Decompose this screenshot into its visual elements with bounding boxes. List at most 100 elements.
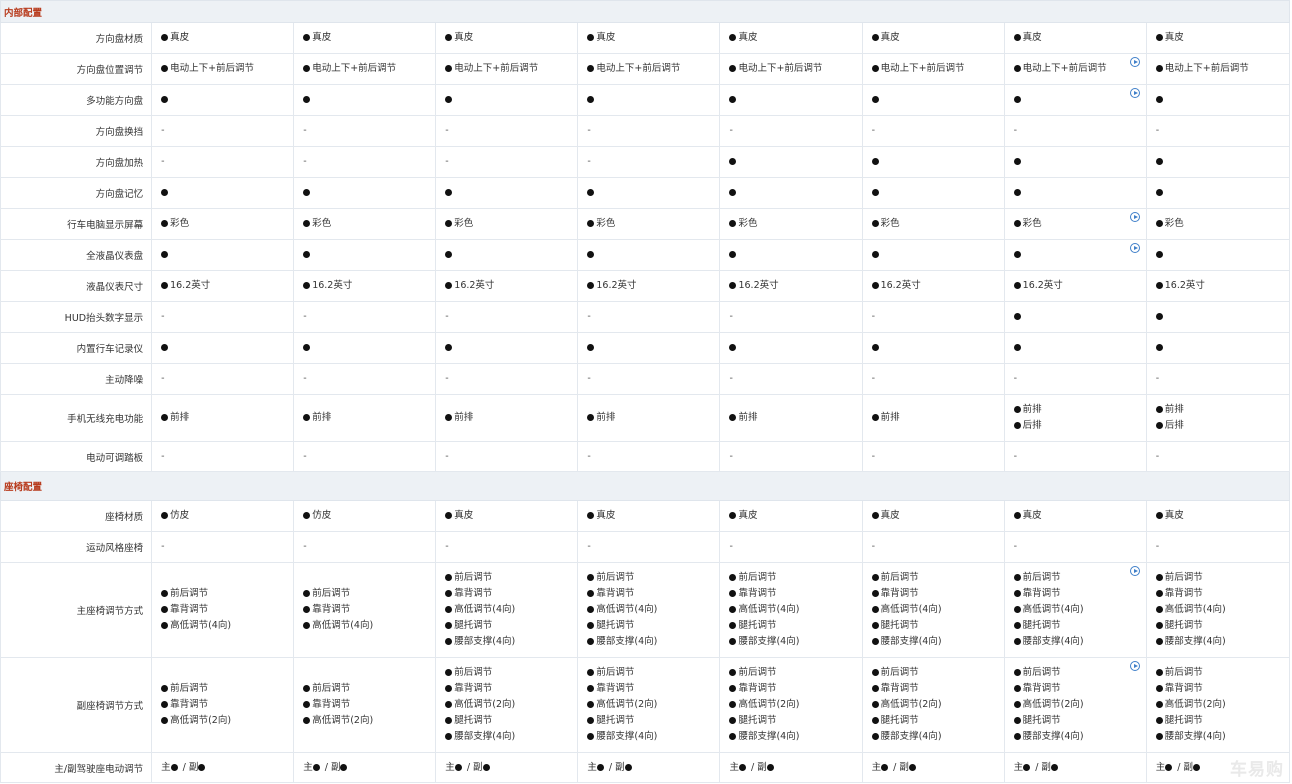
- cell-line: 高低调节(2向): [729, 697, 853, 713]
- play-video-icon[interactable]: [1129, 57, 1140, 67]
- cell-line: 前后调节: [871, 665, 996, 681]
- cell-text: 腿托调节: [596, 715, 635, 726]
- value-cell: 电动上下+前后调节: [1145, 53, 1291, 85]
- cell-text: 前排: [1022, 404, 1042, 415]
- table-row: 电动可调踏板 - - - - - - - -: [0, 441, 1291, 472]
- table-row: 全液晶仪表盘: [0, 239, 1291, 271]
- cell-line: 电动上下+前后调节: [303, 61, 427, 77]
- dash-mark: -: [445, 541, 449, 552]
- standard-dot-icon: [729, 590, 737, 597]
- cell-text: 电动上下+前后调节: [1164, 63, 1249, 74]
- value-cell: -: [151, 301, 295, 333]
- play-video-icon[interactable]: [1129, 566, 1140, 576]
- dash-mark: -: [729, 450, 733, 462]
- value-cell: 前排: [719, 394, 863, 442]
- value-cell: -: [151, 531, 295, 563]
- standard-dot-icon: [1023, 763, 1031, 771]
- cell-text: 16.2英寸: [596, 280, 637, 291]
- standard-dot-icon: [1155, 512, 1163, 519]
- standard-dot-icon: [587, 251, 595, 258]
- standard-dot-icon: [161, 701, 169, 708]
- value-cell: -: [719, 531, 863, 563]
- standard-dot-icon: [587, 717, 595, 724]
- standard-dot-icon: [1013, 717, 1021, 724]
- row-label: 全液晶仪表盘: [0, 239, 153, 271]
- standard-dot-icon: [161, 282, 169, 289]
- standard-dot-icon: [161, 685, 169, 692]
- value-cell: 前后调节 靠背调节 高低调节(4向): [293, 562, 437, 658]
- value-cell: -: [151, 441, 295, 472]
- cell-text: / 副: [890, 761, 909, 773]
- cell-text: 前后调节: [1164, 667, 1203, 678]
- dash-mark: -: [871, 373, 875, 384]
- value-cell: 前排: [577, 394, 721, 442]
- cell-text: 主: [161, 761, 171, 773]
- value-cell: 真皮: [1145, 500, 1291, 532]
- standard-dot-icon: [729, 282, 737, 289]
- cell-line: 前后调节: [1155, 665, 1281, 681]
- standard-dot-icon: [871, 606, 879, 613]
- cell-text: 腰部支撑(4向): [596, 636, 658, 647]
- value-cell: [577, 332, 721, 364]
- standard-dot-icon: [303, 65, 311, 72]
- cell-line: [871, 154, 996, 170]
- standard-dot-icon: [1013, 512, 1021, 519]
- play-video-icon[interactable]: [1129, 212, 1140, 222]
- standard-dot-icon: [587, 344, 595, 351]
- cell-line: [303, 185, 427, 201]
- section-title: 内部配置: [0, 0, 1290, 23]
- play-video-icon[interactable]: [1129, 243, 1140, 253]
- value-cell: 真皮: [293, 22, 437, 54]
- value-cell: -: [1145, 115, 1291, 147]
- value-cell: 电动上下+前后调节: [861, 53, 1005, 85]
- cell-line: 主 / 副: [161, 760, 285, 776]
- cell-line: 彩色: [445, 216, 569, 232]
- table-row: 副座椅调节方式 前后调节 靠背调节 高低调节(2向) 前后调节 靠背调节 高低调节(2向) 前…: [0, 657, 1291, 753]
- cell-line: 电动上下+前后调节: [445, 61, 569, 77]
- standard-dot-icon: [161, 622, 169, 629]
- cell-line: 腿托调节: [1013, 618, 1138, 634]
- standard-dot-icon: [729, 512, 737, 519]
- cell-line: 靠背调节: [445, 586, 569, 602]
- value-cell: 电动上下+前后调节: [719, 53, 863, 85]
- value-cell: [151, 84, 295, 116]
- row-label: 运动风格座椅: [0, 531, 153, 563]
- standard-dot-icon: [303, 282, 311, 289]
- play-video-icon[interactable]: [1129, 88, 1140, 98]
- standard-dot-icon: [303, 606, 311, 613]
- dash-mark: -: [1013, 125, 1018, 136]
- row-label: 副座椅调节方式: [0, 657, 153, 753]
- standard-dot-icon: [1155, 733, 1163, 740]
- play-video-icon[interactable]: [1129, 661, 1140, 671]
- table-row: 方向盘换挡 - - - - - - - -: [0, 115, 1291, 147]
- value-cell: -: [293, 146, 437, 178]
- cell-line: 前后调节: [729, 665, 853, 681]
- cell-line: 腰部支撑(4向): [445, 634, 569, 650]
- cell-text: 腰部支撑(4向): [1022, 731, 1084, 742]
- cell-line: 真皮: [1155, 508, 1281, 524]
- dash-mark: -: [729, 373, 733, 384]
- row-label: 方向盘位置调节: [0, 53, 153, 85]
- cell-line: 腿托调节: [1155, 618, 1281, 634]
- standard-dot-icon: [303, 344, 311, 351]
- dash-mark: -: [871, 541, 875, 552]
- cell-text: 高低调节(2向): [454, 699, 516, 710]
- cell-text: 真皮: [596, 32, 616, 43]
- cell-line: 真皮: [445, 508, 569, 524]
- standard-dot-icon: [871, 701, 879, 708]
- cell-text: 真皮: [738, 32, 758, 43]
- cell-text: 腿托调节: [1164, 620, 1203, 631]
- cell-text: 高低调节(4向): [738, 604, 800, 615]
- cell-text: 高低调节(2向): [880, 699, 942, 710]
- cell-line: 仿皮: [303, 508, 427, 524]
- standard-dot-icon: [587, 574, 595, 581]
- value-cell: [861, 177, 1005, 209]
- cell-line: 彩色: [587, 216, 711, 232]
- standard-dot-icon: [1013, 34, 1021, 41]
- value-cell: -: [719, 441, 863, 472]
- value-cell: 仿皮: [151, 500, 295, 532]
- standard-dot-icon: [303, 512, 311, 519]
- value-cell: [719, 332, 863, 364]
- cell-text: 电动上下+前后调节: [880, 63, 965, 74]
- cell-text: / 副: [1032, 761, 1051, 773]
